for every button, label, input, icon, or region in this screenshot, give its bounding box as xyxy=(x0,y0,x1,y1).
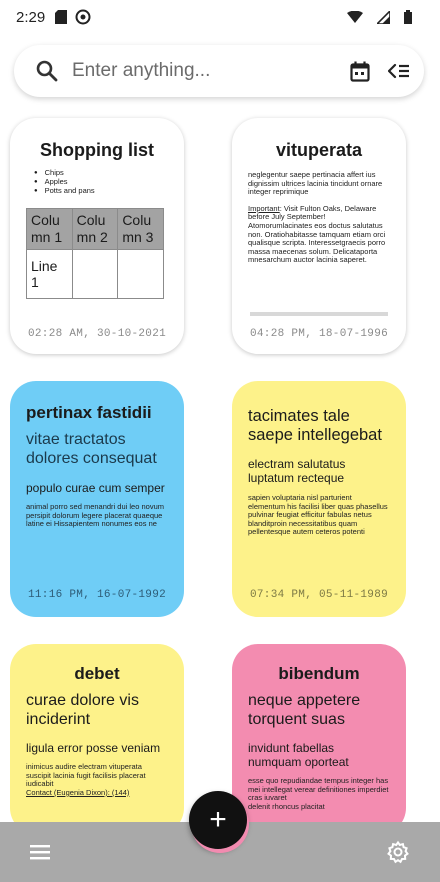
status-bar: 2:29 xyxy=(0,0,440,34)
note-table: Colu mn 1 Colu mn 2 Colu mn 3 Line 1 xyxy=(26,208,164,299)
note-body: inimicus audire electram vituperata susc… xyxy=(26,762,146,789)
sd-card-icon xyxy=(55,10,68,24)
settings-icon[interactable] xyxy=(386,840,410,864)
table-cell xyxy=(117,249,164,299)
table-row: Line 1 xyxy=(26,249,164,299)
note-title: Shopping list xyxy=(40,140,154,160)
search-bar xyxy=(14,45,424,97)
table-cell xyxy=(71,249,119,299)
note-body: esse quo repudiandae tempus integer has … xyxy=(248,776,389,803)
note-card[interactable]: Shopping list Chips Apples Potts and pan… xyxy=(10,118,184,354)
note-subtitle: neque appetere torquent suas xyxy=(248,692,361,728)
status-right-group xyxy=(347,10,420,24)
note-body: sapien voluptaria nisl parturient elemen… xyxy=(248,494,388,537)
note-card[interactable]: pertinax fastidii vitae tractatos dolore… xyxy=(10,381,184,617)
note-heading: populo curae cum semper xyxy=(26,481,165,495)
filter-icon[interactable] xyxy=(388,63,410,79)
note-body-text: : Visit Fulton Oaks, Delaware before Jul… xyxy=(248,203,386,265)
note-divider xyxy=(250,312,388,316)
note-card[interactable]: debet curae dolore vis inciderint ligula… xyxy=(10,644,184,834)
note-heading: ligula error posse veniam xyxy=(26,741,161,755)
note-body-extra: delenit rhoncus placitat xyxy=(248,801,325,811)
note-title: pertinax fastidii xyxy=(26,403,152,422)
note-title: bibendum xyxy=(278,664,360,683)
note-body: neglegentur saepe pertinacia affert ius … xyxy=(248,170,383,197)
note-date: 04:28 PM, 18-07-1996 xyxy=(249,328,389,340)
note-date: 07:34 PM, 05-11-1989 xyxy=(249,589,389,601)
search-input[interactable] xyxy=(72,60,312,82)
note-heading: invidunt fabellas numquam oporteat xyxy=(248,741,349,769)
note-card[interactable]: bibendum neque appetere torquent suas in… xyxy=(232,644,406,834)
add-note-button[interactable]: + xyxy=(189,791,247,849)
note-date: 02:28 AM, 30-10-2021 xyxy=(27,328,167,340)
note-subtitle: curae dolore vis inciderint xyxy=(26,692,139,728)
note-date: 11:16 PM, 16-07-1992 xyxy=(27,589,167,601)
table-header: Colu mn 1 xyxy=(26,208,73,250)
note-body-contact: Contact (Eugenia Dixon): (144) xyxy=(26,787,130,797)
search-actions xyxy=(350,61,410,82)
note-card[interactable]: tacimates tale saepe intellegebat electr… xyxy=(232,381,406,617)
wifi-icon xyxy=(347,11,363,23)
note-title: debet xyxy=(74,664,120,683)
table-cell: Line 1 xyxy=(26,249,73,299)
calendar-icon[interactable] xyxy=(350,61,370,82)
note-body: Important: Visit Fulton Oaks, Delaware b… xyxy=(248,203,390,265)
table-header: Colu mn 2 xyxy=(71,208,119,250)
note-title: vituperata xyxy=(275,140,363,160)
status-time: 2:29 xyxy=(16,8,46,26)
menu-icon[interactable] xyxy=(30,844,52,860)
no-disturb-icon xyxy=(75,9,91,25)
note-subtitle: vitae tractatos dolores consequat xyxy=(26,431,157,467)
plus-icon: + xyxy=(209,803,227,836)
note-subtitle: electram salutatus luptatum recteque xyxy=(248,457,346,485)
note-body: animal porro sed menandri dui leo novum … xyxy=(26,503,164,529)
note-title: tacimates tale saepe intellegebat xyxy=(248,407,382,444)
note-bullet-list: Chips Apples Potts and pans xyxy=(34,169,172,196)
bullet-item: Potts and pans xyxy=(34,187,172,196)
note-card[interactable]: vituperata neglegentur saepe pertinacia … xyxy=(232,118,406,354)
signal-icon xyxy=(377,10,390,24)
search-icon[interactable] xyxy=(36,60,58,82)
battery-icon xyxy=(404,10,412,24)
table-header: Colu mn 3 xyxy=(117,208,164,250)
